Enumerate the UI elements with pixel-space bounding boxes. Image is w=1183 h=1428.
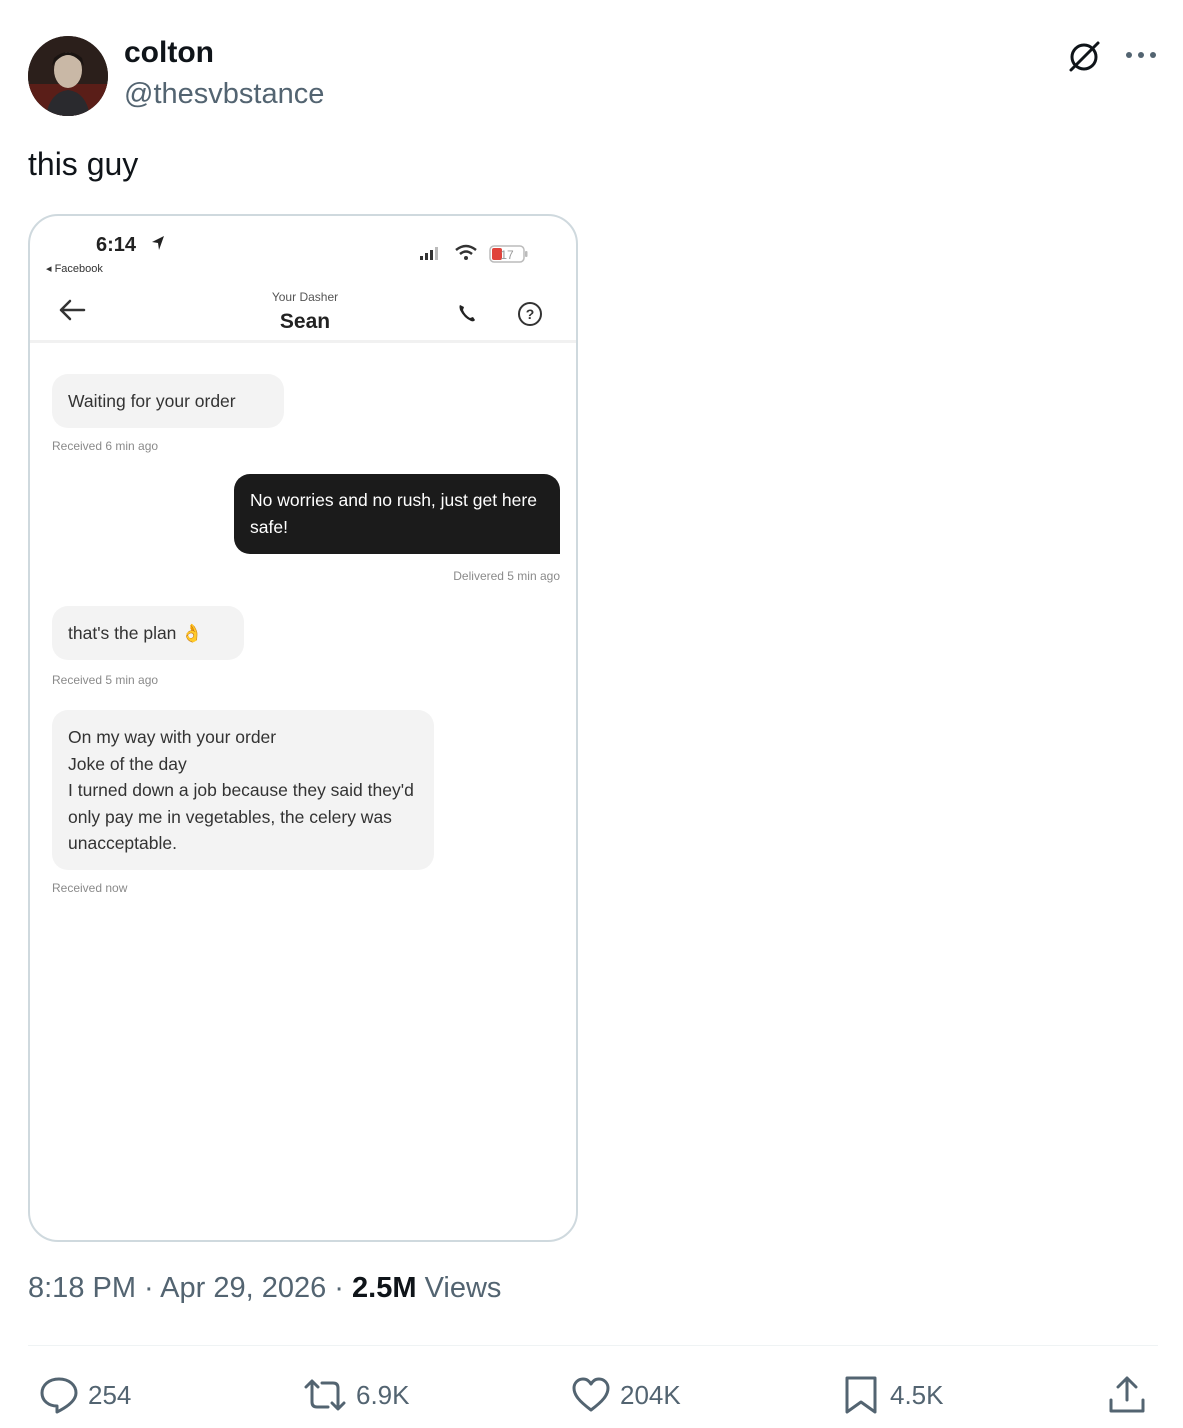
author-handle[interactable]: @thesvbstance [124,78,324,111]
message-meta: Received 6 min ago [52,439,159,453]
share-icon [1109,1376,1145,1413]
repost-button[interactable]: 6.9K [302,1374,410,1416]
message-bubble-incoming: Waiting for your order [52,374,284,428]
views-label: Views [416,1272,502,1304]
share-button[interactable] [1106,1374,1156,1416]
actions-divider [28,1345,1158,1346]
message-meta: Received now [52,881,128,895]
message-bubble-incoming: On my way with your order Joke of the da… [52,710,434,870]
chat-title: Sean [279,310,331,333]
chat-subtitle: Your Dasher [271,290,339,304]
bookmark-count: 4.5K [890,1379,944,1410]
message-bubble-outgoing: No worries and no rush, just get here sa… [234,474,560,554]
tweet-text: this guy [28,146,139,182]
more-icon[interactable] [1124,40,1158,70]
bookmark-button[interactable]: 4.5K [840,1374,944,1416]
phone-call-icon [459,305,475,322]
help-icon: ? [518,302,542,326]
phone-status-time: 6:14 [96,234,137,256]
svg-text:?: ? [526,306,535,322]
meta-separator: · [136,1272,161,1304]
grok-icon[interactable] [1064,36,1104,76]
like-button[interactable]: 204K [570,1374,681,1416]
message-bubble-incoming: that's the plan 👌 [52,606,244,660]
views-count: 2.5M [352,1272,417,1304]
chat-header-divider [30,340,576,343]
reply-count: 254 [88,1379,132,1410]
repost-icon [304,1379,346,1411]
like-count: 204K [620,1379,681,1410]
phone-status-icons: 17 [420,244,528,263]
reply-icon [40,1377,78,1414]
author-display-name[interactable]: colton [124,36,214,70]
reply-button[interactable]: 254 [38,1374,131,1416]
phone-back-app-label: ◂ Facebook [46,263,103,275]
svg-text:17: 17 [500,248,514,262]
tweet-meta: 8:18 PM · Apr 29, 2026 · 2.5M Views [28,1272,501,1305]
heart-icon [572,1377,610,1412]
tweet-media[interactable]: 6:14 ◂ Facebook 17 Your Dasher Sean ? Wa… [28,214,578,1242]
tweet-time[interactable]: 8:18 PM [28,1272,136,1304]
message-meta: Delivered 5 min ago [453,569,560,583]
message-meta: Received 5 min ago [52,673,159,687]
tweet-date[interactable]: Apr 29, 2026 [160,1272,326,1304]
bookmark-icon [845,1376,877,1414]
avatar[interactable] [28,36,108,116]
location-arrow-icon [152,236,164,250]
meta-separator: · [326,1272,353,1304]
repost-count: 6.9K [356,1379,410,1410]
